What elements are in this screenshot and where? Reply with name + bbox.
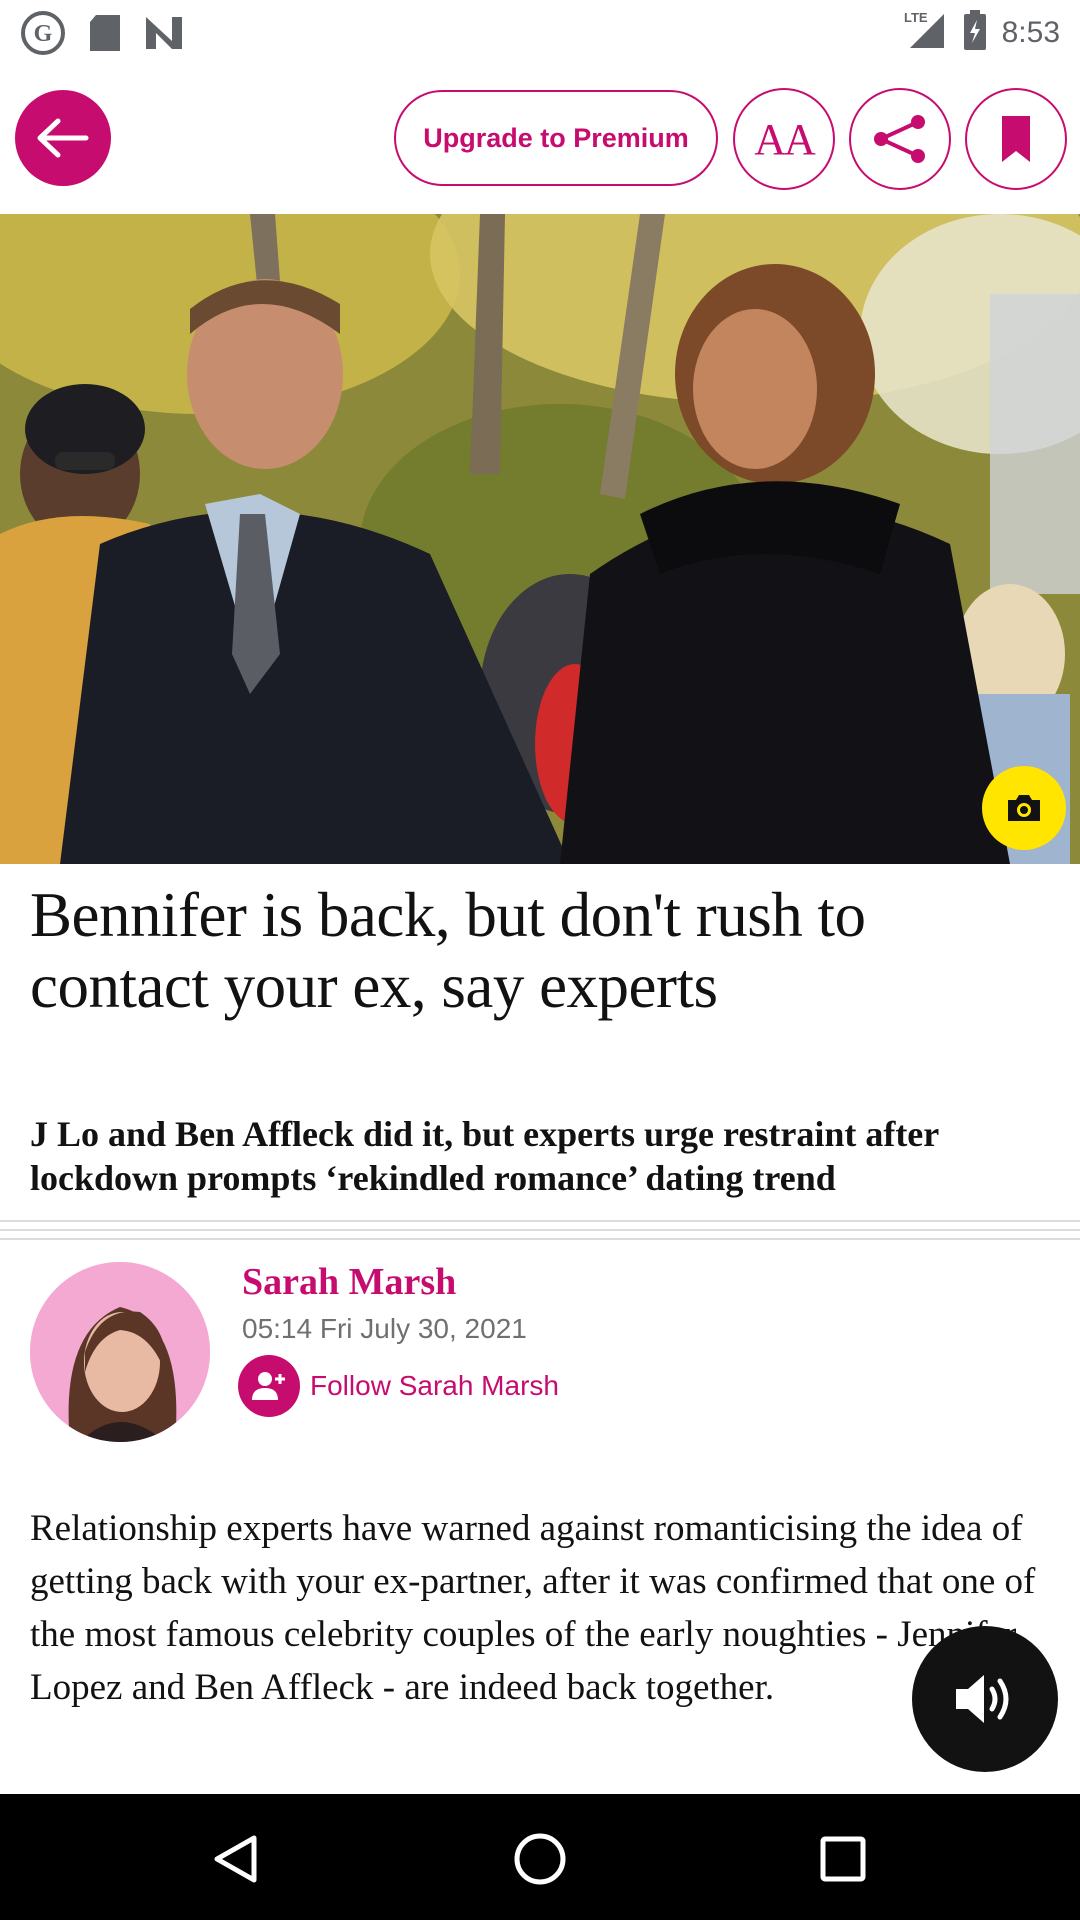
camera-icon xyxy=(1008,795,1040,821)
bookmark-icon xyxy=(1002,116,1030,162)
hero-photo xyxy=(0,214,1080,864)
clock: 8:53 xyxy=(1001,15,1060,49)
image-caption-button[interactable] xyxy=(982,766,1066,850)
bookmark-button[interactable] xyxy=(965,88,1067,190)
n-app-icon xyxy=(144,15,184,56)
article-body: Relationship experts have warned against… xyxy=(30,1508,1036,1708)
arrow-left-icon xyxy=(37,118,89,158)
text-size-button[interactable]: AA xyxy=(733,88,835,190)
author-avatar[interactable] xyxy=(30,1262,210,1442)
share-button[interactable] xyxy=(849,88,951,190)
divider-bottom xyxy=(0,1238,1080,1240)
upgrade-label: Upgrade to Premium xyxy=(423,122,689,153)
network-label: LTE xyxy=(904,10,928,25)
article-headline: Bennifer is back, but don't rush to cont… xyxy=(30,880,866,1021)
battery-icon xyxy=(962,10,988,55)
signal-icon: LTE xyxy=(904,8,948,57)
listen-button[interactable] xyxy=(912,1626,1058,1772)
nav-recents-button[interactable] xyxy=(808,1824,878,1894)
svg-text:G: G xyxy=(34,21,53,47)
status-bar-notifications: G xyxy=(20,10,184,61)
back-button[interactable] xyxy=(15,90,111,186)
guardian-app-icon: G xyxy=(20,10,66,61)
share-icon xyxy=(874,115,925,163)
hero-image xyxy=(0,214,1080,864)
add-person-icon xyxy=(238,1355,300,1417)
system-navigation-bar xyxy=(0,1794,1080,1920)
divider-middle xyxy=(0,1229,1080,1231)
triangle-back-icon xyxy=(214,1835,257,1883)
publish-date: 05:14 Fri July 30, 2021 xyxy=(242,1313,527,1344)
nav-back-button[interactable] xyxy=(200,1824,270,1894)
follow-author-button[interactable]: Follow Sarah Marsh xyxy=(238,1355,559,1417)
sd-card-icon xyxy=(88,13,122,58)
status-bar-system: LTE 8:53 xyxy=(904,8,1060,57)
author-portrait xyxy=(30,1262,210,1442)
nav-home-button[interactable] xyxy=(505,1824,575,1894)
follow-label: Follow Sarah Marsh xyxy=(310,1370,559,1401)
volume-icon xyxy=(956,1675,1009,1723)
status-bar: G LTE 8:53 xyxy=(0,0,1080,62)
author-name[interactable]: Sarah Marsh xyxy=(242,1260,456,1304)
circle-home-icon xyxy=(514,1833,566,1885)
square-recents-icon xyxy=(820,1836,866,1882)
upgrade-to-premium-button[interactable]: Upgrade to Premium xyxy=(394,90,718,186)
article-toolbar: Upgrade to Premium AA xyxy=(0,62,1080,214)
article-standfirst: J Lo and Ben Affleck did it, but experts… xyxy=(30,1114,939,1198)
divider-top xyxy=(0,1220,1080,1222)
text-size-icon: AA xyxy=(754,114,816,164)
